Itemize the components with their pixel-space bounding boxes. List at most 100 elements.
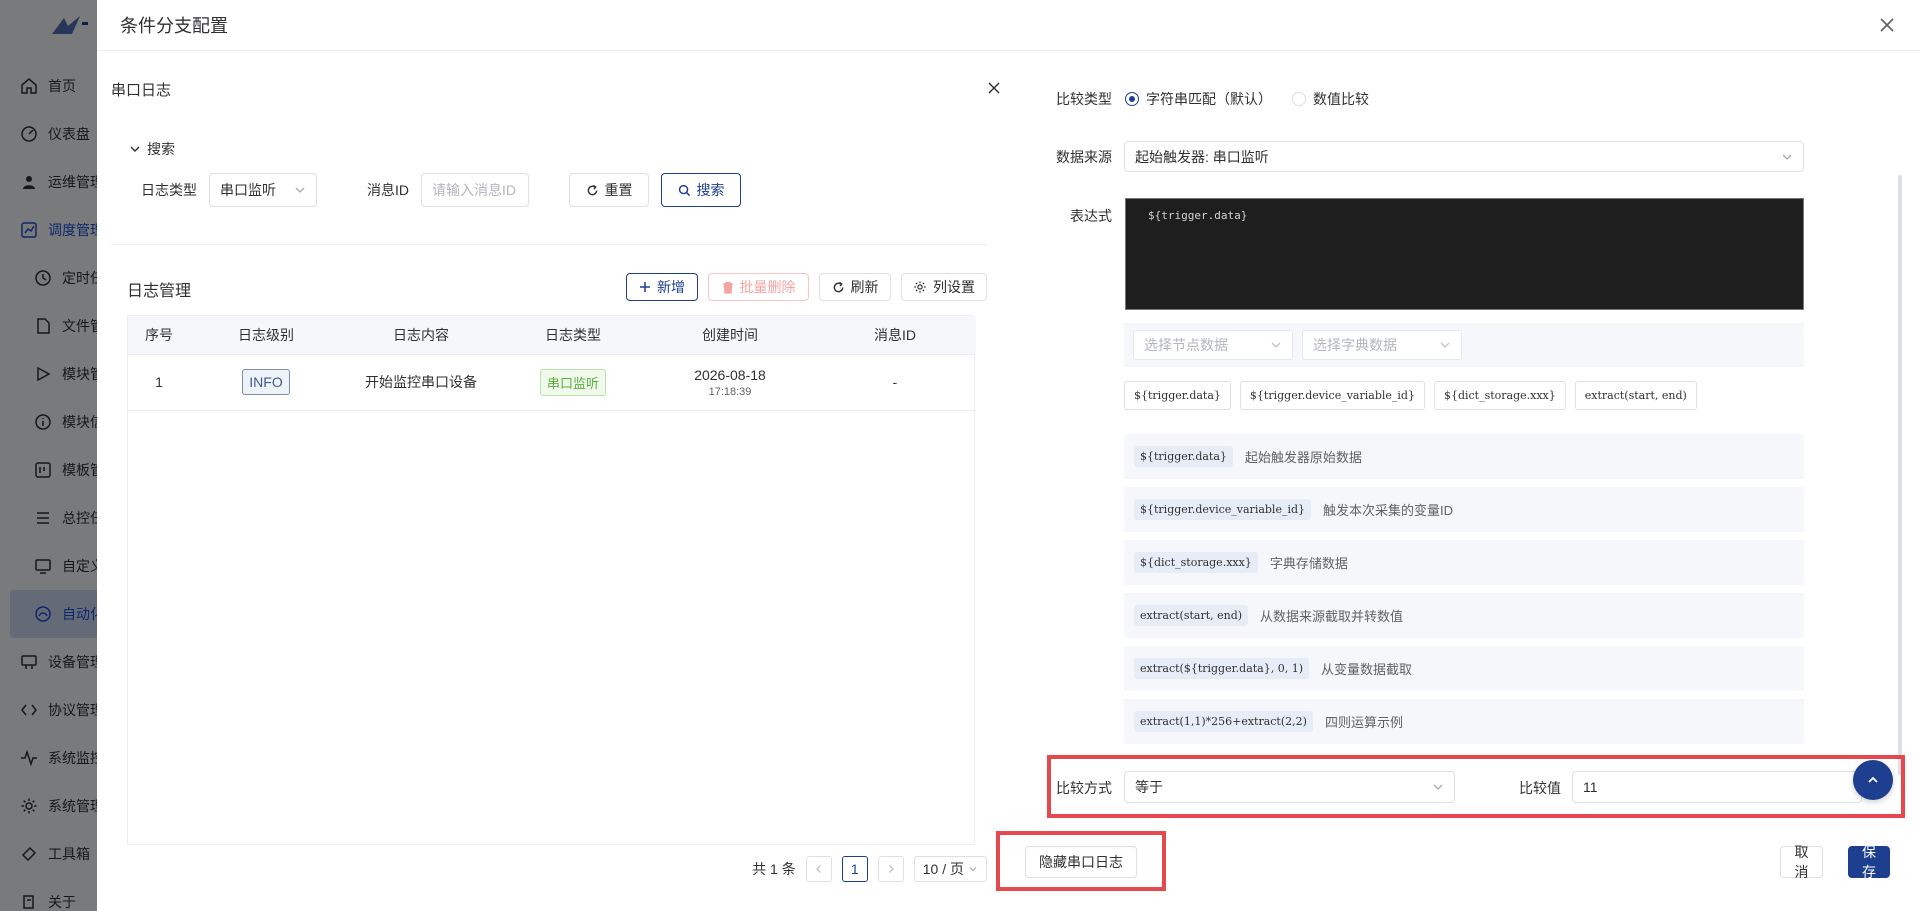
reference-code: ${trigger.device_variable_id} xyxy=(1134,499,1312,520)
hide-serial-log-button[interactable]: 隐藏串口日志 xyxy=(1025,846,1137,878)
expression-label: 表达式 xyxy=(1070,208,1112,224)
row-index: 1 xyxy=(128,354,190,411)
table-header-cell: 日志内容 xyxy=(342,316,500,355)
compare-value-label: 比较值 xyxy=(1519,780,1561,796)
radio-checked-icon xyxy=(1125,92,1139,106)
serial-log-panel: 串口日志 搜索 日志类型 串口监听 消息ID 重置 搜索 xyxy=(111,51,1001,911)
insert-chip[interactable]: ${trigger.device_variable_id} xyxy=(1239,381,1425,410)
drawer-header: 条件分支配置 xyxy=(97,0,1920,51)
scrollbar[interactable] xyxy=(1898,175,1902,775)
data-source-select[interactable]: 起始触发器: 串口监听 xyxy=(1124,141,1804,172)
page-size-select[interactable]: 10 / 页 xyxy=(913,856,987,882)
data-source-value: 起始触发器: 串口监听 xyxy=(1135,148,1269,165)
chevron-down-icon xyxy=(1271,342,1281,348)
reference-item[interactable]: ${trigger.device_variable_id} 触发本次采集的变量ID xyxy=(1124,487,1804,532)
batch-delete-label: 批量删除 xyxy=(739,279,796,295)
prev-page-button[interactable] xyxy=(805,856,832,882)
chevron-right-icon xyxy=(888,865,894,873)
table-header-cell: 序号 xyxy=(128,316,190,355)
refresh-icon xyxy=(833,281,843,292)
search-toggle-label: 搜索 xyxy=(147,141,175,157)
radio-string-match[interactable]: 字符串匹配（默认） xyxy=(1125,89,1272,109)
insert-chip[interactable]: ${trigger.data} xyxy=(1124,381,1231,410)
log-content: 开始监控串口设备 xyxy=(342,354,500,411)
search-toggle[interactable]: 搜索 xyxy=(129,139,175,159)
compare-method-select[interactable]: 等于 xyxy=(1124,771,1455,803)
reference-description: 四则运算示例 xyxy=(1324,715,1403,730)
divider xyxy=(111,244,987,245)
log-type-value: 串口监听 xyxy=(220,182,276,198)
log-type-label: 日志类型 xyxy=(141,182,197,198)
compare-method-value: 等于 xyxy=(1135,779,1163,795)
add-button[interactable]: 新增 xyxy=(626,273,698,301)
add-button-label: 新增 xyxy=(657,279,685,295)
reference-description: 触发本次采集的变量ID xyxy=(1323,503,1454,518)
reference-code: ${trigger.data} xyxy=(1134,446,1233,467)
pager-total: 共 1 条 xyxy=(752,861,796,877)
reference-item[interactable]: ${dict_storage.xxx} 字典存储数据 xyxy=(1124,540,1804,585)
reference-item[interactable]: extract(${trigger.data}, 0, 1) 从变量数据截取 xyxy=(1124,646,1804,691)
back-to-top-button[interactable] xyxy=(1853,760,1893,800)
refresh-icon xyxy=(587,184,597,195)
refresh-button-label: 刷新 xyxy=(850,279,879,295)
expression-editor[interactable]: ${trigger.data} xyxy=(1125,198,1804,310)
table-header-row: 序号 日志级别 日志内容 日志类型 创建时间 消息ID xyxy=(128,316,976,355)
save-button[interactable]: 保存 xyxy=(1848,844,1890,880)
reference-description: 从变量数据截取 xyxy=(1321,662,1413,677)
cancel-button-label: 取消 xyxy=(1794,844,1809,880)
search-button-label: 搜索 xyxy=(696,182,725,198)
close-icon[interactable] xyxy=(1876,14,1898,36)
hide-serial-log-label: 隐藏串口日志 xyxy=(1039,854,1123,870)
data-source-label: 数据来源 xyxy=(1056,149,1112,165)
radio-string-label: 字符串匹配（默认） xyxy=(1146,91,1272,107)
cancel-button[interactable]: 取消 xyxy=(1780,844,1823,880)
search-button[interactable]: 搜索 xyxy=(661,173,741,207)
page-size-value: 10 / 页 xyxy=(922,861,964,877)
chevron-left-icon xyxy=(815,865,821,873)
next-page-button[interactable] xyxy=(877,856,904,882)
dict-data-placeholder: 选择字典数据 xyxy=(1313,337,1397,353)
node-data-placeholder: 选择节点数据 xyxy=(1144,337,1228,353)
reference-description: 字典存储数据 xyxy=(1269,556,1348,571)
reference-code: ${dict_storage.xxx} xyxy=(1134,552,1258,573)
compare-value-input[interactable] xyxy=(1572,771,1862,803)
compare-type-radio-group: 字符串匹配（默认） 数值比较 xyxy=(1125,89,1369,109)
page-number-button[interactable]: 1 xyxy=(841,856,868,882)
log-type-select[interactable]: 串口监听 xyxy=(209,173,317,207)
chevron-down-icon xyxy=(1440,342,1450,348)
search-icon xyxy=(678,184,690,196)
reference-code: extract(1,1)*256+extract(2,2) xyxy=(1134,711,1313,732)
table-header-cell: 消息ID xyxy=(814,316,976,355)
column-settings-button[interactable]: 列设置 xyxy=(901,273,987,301)
insert-chip[interactable]: extract(start, end) xyxy=(1574,381,1697,410)
msg-id-label: 消息ID xyxy=(367,182,409,198)
reset-button-label: 重置 xyxy=(604,182,633,198)
reference-item[interactable]: extract(start, end) 从数据来源截取并转数值 xyxy=(1124,593,1804,638)
reset-button[interactable]: 重置 xyxy=(569,173,649,207)
msg-id-input[interactable] xyxy=(421,173,529,207)
column-settings-label: 列设置 xyxy=(933,279,975,295)
node-data-select[interactable]: 选择节点数据 xyxy=(1133,330,1293,360)
chevron-down-icon xyxy=(295,187,305,193)
plus-icon xyxy=(640,282,650,292)
gear-icon xyxy=(914,281,926,293)
batch-delete-button[interactable]: 批量删除 xyxy=(708,273,809,301)
close-icon[interactable] xyxy=(987,81,1001,95)
table-row[interactable]: 1 INFO 开始监控串口设备 串口监听 2026-08-18 17:18:39… xyxy=(128,354,976,411)
reference-item[interactable]: ${trigger.data} 起始触发器原始数据 xyxy=(1124,434,1804,479)
radio-number-compare[interactable]: 数值比较 xyxy=(1292,89,1369,109)
msg-id-cell: - xyxy=(814,354,976,411)
insert-chip[interactable]: ${dict_storage.xxx} xyxy=(1433,381,1566,410)
refresh-button[interactable]: 刷新 xyxy=(819,273,891,301)
reference-description: 从数据来源截取并转数值 xyxy=(1260,609,1404,624)
compare-method-label: 比较方式 xyxy=(1056,780,1112,796)
table-header-cell: 日志级别 xyxy=(190,316,342,355)
chevron-down-icon xyxy=(969,867,977,872)
serial-log-title: 串口日志 xyxy=(111,82,172,99)
log-manage-title: 日志管理 xyxy=(127,283,192,300)
reference-item[interactable]: extract(1,1)*256+extract(2,2) 四则运算示例 xyxy=(1124,699,1804,744)
log-table: 序号 日志级别 日志内容 日志类型 创建时间 消息ID 1 INFO 开始监控串… xyxy=(127,315,976,845)
expression-chips: ${trigger.data} ${trigger.device_variabl… xyxy=(1124,381,1697,410)
dict-data-select[interactable]: 选择字典数据 xyxy=(1302,330,1462,360)
expression-helpers: 选择节点数据 选择字典数据 xyxy=(1124,323,1804,367)
